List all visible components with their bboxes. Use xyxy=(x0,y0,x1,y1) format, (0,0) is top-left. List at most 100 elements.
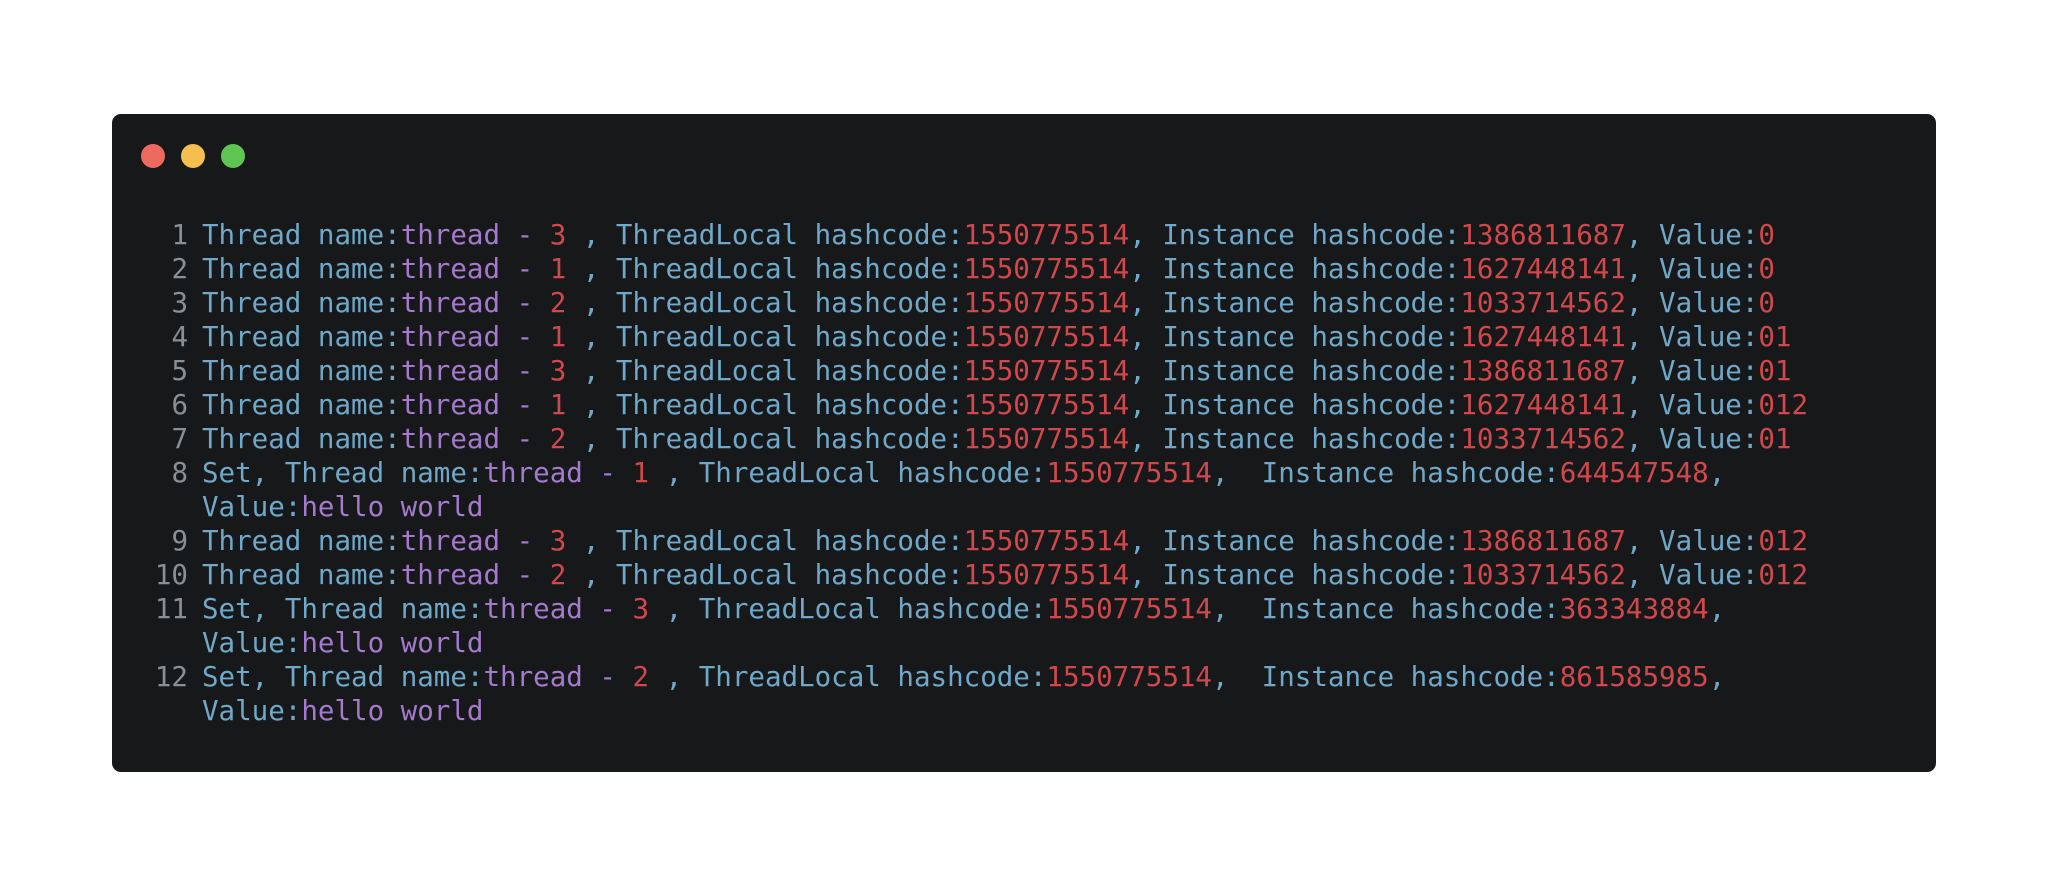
minimize-dot-icon[interactable] xyxy=(181,144,205,168)
threadlocal-label: , ThreadLocal hashcode: xyxy=(566,355,964,387)
thread-name-label: Thread name: xyxy=(284,593,484,625)
threadlocal-hashcode: 1550775514 xyxy=(963,525,1130,557)
thread-number: 2 xyxy=(632,661,650,693)
set-prefix: Set, xyxy=(202,661,285,693)
line-number: 12 xyxy=(154,661,188,693)
threadlocal-hashcode: 1550775514 xyxy=(1046,661,1212,693)
value-number: 01 xyxy=(1758,321,1792,353)
threadlocal-label: , ThreadLocal hashcode: xyxy=(649,593,1047,625)
threadlocal-hashcode: 1550775514 xyxy=(963,253,1130,285)
value-label: , Value: xyxy=(1625,321,1759,353)
thread-number: 3 xyxy=(549,355,567,387)
code-block: 1 Thread name:thread - 3 , ThreadLocal ha… xyxy=(112,218,1808,728)
value-label: , Value: xyxy=(1625,525,1759,557)
thread-number: 3 xyxy=(632,593,650,625)
line-number: 7 xyxy=(171,423,188,455)
thread-name-value: thread - xyxy=(483,457,633,489)
instance-hashcode: 1386811687 xyxy=(1460,355,1626,387)
line-number: 5 xyxy=(171,355,188,387)
instance-label: , Instance hashcode: xyxy=(1129,423,1461,455)
instance-hashcode: 1033714562 xyxy=(1460,287,1626,319)
instance-hashcode: 1386811687 xyxy=(1460,525,1626,557)
instance-label: , Instance hashcode: xyxy=(1129,525,1461,557)
value-number: 01 xyxy=(1758,423,1792,455)
instance-label: , Instance hashcode: xyxy=(1129,287,1461,319)
instance-label: , Instance hashcode: xyxy=(1129,559,1461,591)
instance-hashcode: 363343884 xyxy=(1559,593,1709,625)
value-label: , Value: xyxy=(1625,253,1759,285)
line-number: 2 xyxy=(171,253,188,285)
instance-label: , Instance hashcode: xyxy=(1129,321,1461,353)
line-number: 10 xyxy=(154,559,188,591)
line-text: Thread name:thread - 1 , ThreadLocal has… xyxy=(202,388,1808,422)
line-text: Thread name:thread - 3 , ThreadLocal has… xyxy=(202,218,1775,252)
line-number: 4 xyxy=(171,321,188,353)
thread-number: 3 xyxy=(549,525,567,557)
instance-label: , Instance hashcode: xyxy=(1129,389,1461,421)
line-text: Thread name:thread - 1 , ThreadLocal has… xyxy=(202,252,1775,286)
close-dot-icon[interactable] xyxy=(141,144,165,168)
value-number: 012 xyxy=(1758,559,1809,591)
threadlocal-hashcode: 1550775514 xyxy=(963,423,1130,455)
code-line: 11 Set, Thread name:thread - 3 , ThreadLo… xyxy=(112,592,1808,660)
thread-name-label: Thread name: xyxy=(202,525,401,557)
line-text: Thread name:thread - 2 , ThreadLocal has… xyxy=(202,558,1808,592)
code-line: 12 Set, Thread name:thread - 2 , ThreadLo… xyxy=(112,660,1808,728)
threadlocal-label: , ThreadLocal hashcode: xyxy=(566,321,964,353)
instance-hashcode: 1033714562 xyxy=(1460,423,1626,455)
code-window: 1 Thread name:thread - 3 , ThreadLocal ha… xyxy=(112,114,1936,772)
threadlocal-hashcode: 1550775514 xyxy=(963,219,1130,251)
instance-hashcode: 1033714562 xyxy=(1460,559,1626,591)
instance-label: , Instance hashcode: xyxy=(1129,219,1461,251)
instance-label: , Instance hashcode: xyxy=(1129,355,1461,387)
line-number: 8 xyxy=(171,457,188,489)
thread-name-label: Thread name: xyxy=(202,287,401,319)
line-text: Set, Thread name:thread - 1 , ThreadLoca… xyxy=(202,456,1725,524)
instance-hashcode: 1386811687 xyxy=(1460,219,1626,251)
value-label: , Value: xyxy=(1625,219,1759,251)
instance-label: , Instance hashcode: xyxy=(1129,253,1461,285)
threadlocal-label: , ThreadLocal hashcode: xyxy=(649,661,1047,693)
thread-name-value: thread - xyxy=(400,355,550,387)
thread-name-label: Thread name: xyxy=(202,559,401,591)
line-text: Thread name:thread - 2 , ThreadLocal has… xyxy=(202,286,1775,320)
line-text: Thread name:thread - 3 , ThreadLocal has… xyxy=(202,354,1792,388)
thread-name-value: thread - xyxy=(400,525,550,557)
thread-number: 2 xyxy=(549,287,567,319)
code-line: 9 Thread name:thread - 3 , ThreadLocal ha… xyxy=(112,524,1808,558)
value-number: 0 xyxy=(1758,287,1775,319)
value-label: , Value: xyxy=(1625,287,1759,319)
thread-name-label: Thread name: xyxy=(284,661,484,693)
threadlocal-hashcode: 1550775514 xyxy=(963,389,1130,421)
instance-label: , Instance hashcode: xyxy=(1212,593,1560,625)
set-prefix: Set, xyxy=(202,593,285,625)
value-label: , Value: xyxy=(1625,355,1759,387)
thread-name-value: thread - xyxy=(483,593,633,625)
thread-name-label: Thread name: xyxy=(202,321,401,353)
thread-name-label: Thread name: xyxy=(284,457,484,489)
value-label: Value: xyxy=(202,695,302,727)
threadlocal-label: , ThreadLocal hashcode: xyxy=(649,457,1047,489)
thread-number: 1 xyxy=(549,321,567,353)
thread-number: 1 xyxy=(549,253,567,285)
line-text: Thread name:thread - 2 , ThreadLocal has… xyxy=(202,422,1792,456)
threadlocal-label: , ThreadLocal hashcode: xyxy=(566,287,964,319)
threadlocal-label: , ThreadLocal hashcode: xyxy=(566,525,964,557)
thread-number: 2 xyxy=(549,559,567,591)
thread-number: 1 xyxy=(549,389,567,421)
threadlocal-label: , ThreadLocal hashcode: xyxy=(566,389,964,421)
value-label: Value: xyxy=(202,627,302,659)
comma: , xyxy=(1708,457,1726,489)
threadlocal-label: , ThreadLocal hashcode: xyxy=(566,253,964,285)
thread-number: 2 xyxy=(549,423,567,455)
maximize-dot-icon[interactable] xyxy=(221,144,245,168)
threadlocal-label: , ThreadLocal hashcode: xyxy=(566,219,964,251)
line-number: 9 xyxy=(171,525,188,557)
code-line: 5 Thread name:thread - 3 , ThreadLocal ha… xyxy=(112,354,1808,388)
value-text: hello world xyxy=(301,695,484,727)
threadlocal-label: , ThreadLocal hashcode: xyxy=(566,559,964,591)
threadlocal-hashcode: 1550775514 xyxy=(1046,593,1212,625)
code-line: 10 Thread name:thread - 2 , ThreadLocal h… xyxy=(112,558,1808,592)
comma: , xyxy=(1708,661,1726,693)
value-text: hello world xyxy=(301,627,484,659)
